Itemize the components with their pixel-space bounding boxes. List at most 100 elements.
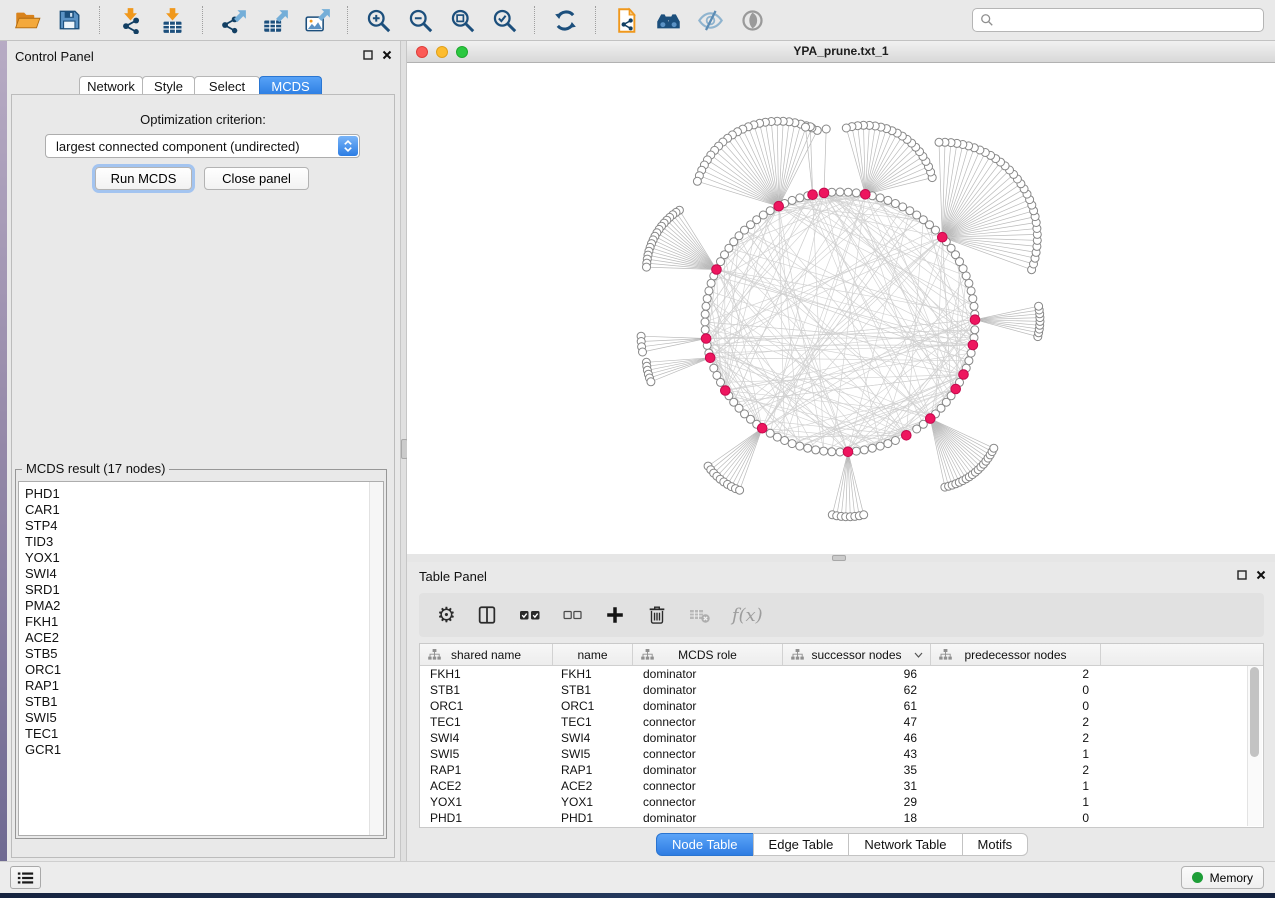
tab-mcds[interactable]: MCDS [259,76,322,95]
horizontal-splitter-handle[interactable] [832,555,846,561]
export-image-icon [304,7,331,34]
mcds-result-item[interactable]: CAR1 [25,502,383,518]
table-delete-icon [688,605,712,625]
table-row[interactable]: SWI4 SWI4 dominator 46 2 [420,730,1263,746]
mcds-result-item[interactable]: SWI4 [25,566,383,582]
close-panel-button[interactable]: Close panel [204,167,309,190]
close-panel-icon[interactable] [382,50,392,60]
column-header-filler [1101,644,1263,665]
mcds-result-item[interactable]: ACE2 [25,630,383,646]
traffic-zoom-icon[interactable] [456,46,468,58]
find-network-button[interactable] [652,4,684,36]
tab-network-table[interactable]: Network Table [848,833,962,856]
column-header-shared-name[interactable]: shared name [420,644,553,665]
export-network-button[interactable] [217,4,249,36]
mcds-tab-panel: Optimization criterion: largest connecte… [11,94,395,858]
table-row[interactable]: TEC1 TEC1 connector 47 2 [420,714,1263,730]
mcds-result-item[interactable]: TID3 [25,534,383,550]
delete-table-button[interactable] [688,605,712,625]
table-row[interactable]: PHD1 PHD1 dominator 18 0 [420,810,1263,826]
mcds-result-item[interactable]: PHD1 [25,486,383,502]
open-session-button[interactable] [11,4,43,36]
network-window-titlebar: YPA_prune.txt_1 [407,41,1275,63]
export-image-button[interactable] [301,4,333,36]
table-row[interactable]: ORC1 ORC1 dominator 61 0 [420,698,1263,714]
zoom-in-button[interactable] [362,4,394,36]
table-scrollbar-thumb[interactable] [1250,667,1259,757]
table-settings-button[interactable]: ⚙ [437,605,456,626]
run-mcds-button[interactable]: Run MCDS [95,167,192,190]
table-row[interactable]: RAP1 RAP1 dominator 35 2 [420,762,1263,778]
tab-network[interactable]: Network [79,76,143,95]
deselect-all-rows-button[interactable] [562,607,584,623]
zoom-fit-icon [449,7,476,34]
close-panel-icon[interactable] [1256,570,1266,580]
column-header-successor-nodes[interactable]: successor nodes [783,644,931,665]
mcds-result-item[interactable]: SRD1 [25,582,383,598]
zoom-selected-button[interactable] [488,4,520,36]
mcds-result-item[interactable]: PMA2 [25,598,383,614]
mcds-result-item[interactable]: STB5 [25,646,383,662]
tab-style[interactable]: Style [142,76,195,95]
column-header-mcds-role[interactable]: MCDS role [633,644,783,665]
memory-button[interactable]: Memory [1181,866,1264,889]
mcds-result-box: MCDS result (17 nodes) PHD1CAR1STP4TID3Y… [15,469,387,839]
result-list-scrollbar[interactable] [369,482,383,835]
mcds-result-item[interactable]: TEC1 [25,726,383,742]
table-row[interactable]: STB1 STB1 dominator 62 0 [420,682,1263,698]
mcds-result-item[interactable]: GCR1 [25,742,383,758]
mcds-result-item[interactable]: SWI5 [25,710,383,726]
table-row[interactable]: ACE2 ACE2 connector 31 1 [420,778,1263,794]
table-toolbar: ⚙ [419,593,1264,637]
traffic-minimize-icon[interactable] [436,46,448,58]
fx-icon: f(x) [732,605,763,626]
save-session-button[interactable] [53,4,85,36]
import-table-button[interactable] [156,4,188,36]
table-row[interactable]: YOX1 YOX1 connector 29 1 [420,794,1263,810]
float-panel-icon[interactable] [363,50,373,60]
create-column-button[interactable] [604,604,626,626]
refresh-button[interactable] [549,4,581,36]
hide-graphics-details-button[interactable] [694,4,726,36]
zoom-fit-button[interactable] [446,4,478,36]
traffic-close-icon[interactable] [416,46,428,58]
table-row[interactable]: FKH1 FKH1 dominator 96 2 [420,666,1263,682]
mcds-result-item[interactable]: FKH1 [25,614,383,630]
delete-column-button[interactable] [646,604,668,626]
tab-motifs[interactable]: Motifs [962,833,1029,856]
toggle-columns-button[interactable] [476,604,498,626]
eye-slash-icon [697,7,724,34]
network-window: YPA_prune.txt_1 [407,41,1275,554]
horizontal-splitter[interactable] [407,554,1275,562]
search-input[interactable] [999,12,1256,28]
zoom-out-button[interactable] [404,4,436,36]
select-all-rows-button[interactable] [518,606,542,624]
column-header-name[interactable]: name [553,644,633,665]
table-row[interactable]: SWI5 SWI5 connector 43 1 [420,746,1263,762]
table-scrollbar[interactable] [1247,666,1262,826]
function-builder-button[interactable]: f(x) [732,605,763,626]
float-panel-icon[interactable] [1237,570,1247,580]
mcds-result-item[interactable]: YOX1 [25,550,383,566]
table-body: FKH1 FKH1 dominator 96 2 STB1 STB1 domin… [420,666,1263,826]
vertical-splitter[interactable] [400,41,407,861]
mcds-result-item[interactable]: STB1 [25,694,383,710]
export-table-button[interactable] [259,4,291,36]
new-network-from-file-button[interactable] [610,4,642,36]
show-graphics-details-button[interactable] [736,4,768,36]
mcds-result-list: PHD1CAR1STP4TID3YOX1SWI4SRD1PMA2FKH1ACE2… [18,481,384,836]
optimization-criterion-select[interactable]: largest connected component (undirected) [45,134,360,158]
mcds-result-item[interactable]: ORC1 [25,662,383,678]
network-canvas[interactable] [407,63,1275,554]
eye-icon [739,7,766,34]
mcds-result-item[interactable]: STP4 [25,518,383,534]
tab-select[interactable]: Select [194,76,260,95]
tab-edge-table[interactable]: Edge Table [753,833,850,856]
binoculars-icon [655,7,682,34]
import-network-button[interactable] [114,4,146,36]
column-type-icon [641,649,654,660]
column-header-predecessor-nodes[interactable]: predecessor nodes [931,644,1101,665]
task-history-button[interactable] [10,866,41,889]
tab-node-table[interactable]: Node Table [656,833,754,856]
mcds-result-item[interactable]: RAP1 [25,678,383,694]
